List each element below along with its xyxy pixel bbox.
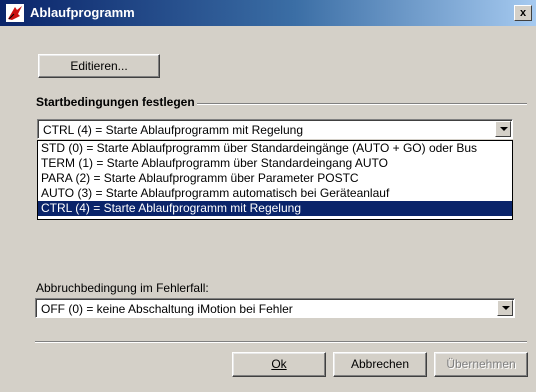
chevron-down-icon[interactable] (497, 300, 513, 316)
dropdown-option-para[interactable]: PARA (2) = Starte Ablaufprogramm über Pa… (38, 171, 512, 186)
edit-button[interactable]: Editieren... (38, 54, 160, 78)
cancel-button-label: Abbrechen (350, 357, 410, 371)
dropdown-option-std[interactable]: STD (0) = Starte Ablaufprogramm über Sta… (38, 141, 512, 156)
dropdown-option-ctrl[interactable]: CTRL (4) = Starte Ablaufprogramm mit Reg… (38, 201, 512, 216)
start-condition-value: CTRL (4) = Starte Ablaufprogramm mit Reg… (43, 123, 303, 137)
window-title: Ablaufprogramm (30, 5, 135, 20)
ok-button[interactable]: Ok (232, 352, 326, 377)
abort-condition-value: OFF (0) = keine Abschaltung iMotion bei … (41, 302, 293, 316)
chevron-down-icon[interactable] (495, 121, 511, 137)
separator (35, 341, 527, 343)
dialog-window: Ablaufprogramm x Editieren... Startbedin… (0, 0, 536, 392)
start-group-label: Startbedingungen festlegen (34, 95, 197, 109)
close-button[interactable]: x (514, 5, 532, 21)
cancel-button[interactable]: Abbrechen (333, 352, 427, 377)
apply-button[interactable]: Übernehmen (434, 352, 528, 377)
start-condition-dropdown[interactable]: STD (0) = Starte Ablaufprogramm über Sta… (37, 140, 513, 220)
app-icon (6, 4, 24, 22)
edit-button-label: Editieren... (70, 59, 128, 73)
title-bar[interactable]: Ablaufprogramm x (0, 0, 536, 26)
apply-button-label: Übernehmen (446, 357, 516, 371)
start-condition-select[interactable]: CTRL (4) = Starte Ablaufprogramm mit Reg… (37, 119, 513, 139)
ok-button-label: Ok (271, 357, 287, 371)
abort-condition-label: Abbruchbedingung im Fehlerfall: (36, 281, 209, 295)
dropdown-option-term[interactable]: TERM (1) = Starte Ablaufprogramm über St… (38, 156, 512, 171)
abort-condition-select[interactable]: OFF (0) = keine Abschaltung iMotion bei … (35, 298, 515, 318)
dropdown-option-auto[interactable]: AUTO (3) = Starte Ablaufprogramm automat… (38, 186, 512, 201)
